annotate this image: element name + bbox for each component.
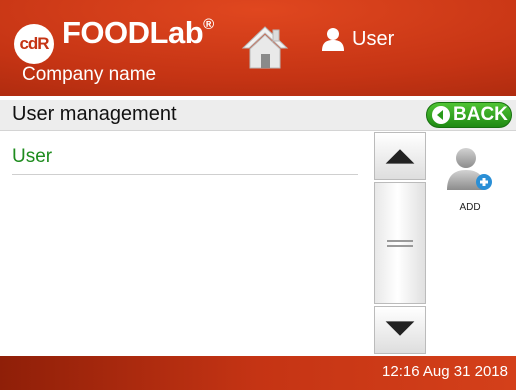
brand-text: FOODLab [62, 15, 204, 50]
scrollbar-grip[interactable] [387, 240, 413, 247]
datetime: 12:16 Aug 31 2018 [382, 363, 508, 380]
cdr-logo: cdR [14, 24, 54, 64]
scroll-up-button[interactable] [374, 132, 426, 180]
company-name: Company name [22, 64, 157, 85]
user-name: User [352, 27, 395, 50]
list-item[interactable]: User [12, 140, 358, 175]
add-label: ADD [459, 202, 481, 213]
back-arrow-icon [432, 106, 450, 124]
page-title: User management [12, 103, 177, 125]
add-user-button[interactable]: ADD [440, 142, 504, 222]
home-button[interactable] [241, 24, 289, 70]
add-user-icon [447, 148, 492, 190]
home-icon [241, 26, 289, 69]
app-header: cdR FOODLab® Company name User [0, 0, 516, 96]
user-list: User [0, 132, 372, 354]
scroll-up-icon [385, 149, 415, 164]
back-button[interactable]: BACK [426, 102, 512, 128]
current-user[interactable]: User [320, 24, 394, 54]
title-bar: User management BACK [0, 100, 516, 131]
scroll-down-button[interactable] [374, 306, 426, 354]
scrollbar-track[interactable] [374, 182, 426, 304]
back-label: BACK [453, 104, 508, 125]
list-item-label: User [12, 146, 53, 167]
brand-name: FOODLab® [62, 15, 214, 51]
status-bar: 12:16 Aug 31 2018 [0, 356, 516, 390]
registered-mark: ® [203, 15, 214, 33]
user-icon [322, 28, 344, 51]
scroll-down-icon [385, 321, 415, 336]
